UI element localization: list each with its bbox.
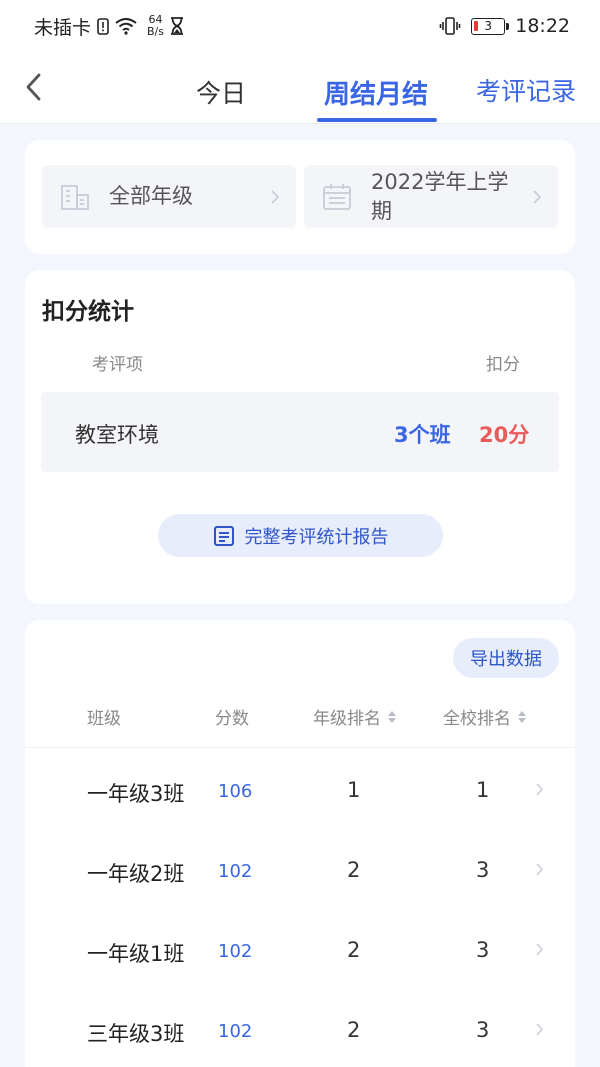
ranking-card: 导出数据 班级 分数 年级排名 全校排名 一年级3班 106 1 1 一年级2班… — [25, 620, 575, 1067]
active-tab-indicator — [317, 118, 437, 122]
row-score: 102 — [218, 1021, 253, 1042]
tab-today[interactable]: 今日 — [196, 74, 246, 110]
evaluation-record-link[interactable]: 考评记录 — [476, 72, 576, 108]
header-grade-rank-label: 年级排名 — [313, 709, 381, 729]
row-grade-rank: 2 — [347, 938, 361, 962]
status-left: 未插卡 64 B/s — [34, 13, 184, 40]
table-row[interactable]: 三年级3班 102 2 3 — [25, 990, 575, 1067]
table-row[interactable]: 一年级1班 102 2 3 — [25, 910, 575, 990]
building-icon — [61, 184, 89, 210]
stat-item-name: 教室环境 — [75, 423, 159, 447]
back-arrow-icon[interactable] — [22, 70, 48, 104]
header-grade-rank[interactable]: 年级排名 — [313, 704, 397, 729]
row-grade-rank: 2 — [347, 1018, 361, 1042]
full-report-label: 完整考评统计报告 — [244, 526, 389, 548]
nav-bar: 今日 周结月结 考评记录 — [0, 52, 600, 124]
col-header-item: 考评项 — [92, 355, 143, 375]
stat-item-points: 20分 — [479, 423, 530, 447]
row-grade-rank: 1 — [347, 778, 361, 802]
row-class-name: 一年级1班 — [87, 942, 185, 966]
status-right: 3 18:22 — [439, 15, 570, 37]
chevron-right-icon — [271, 189, 280, 204]
deduction-stats-card: 扣分统计 考评项 扣分 教室环境 3个班 20分 完整考评统计报告 — [25, 270, 575, 604]
col-header-deduction: 扣分 — [486, 355, 520, 375]
document-icon — [213, 525, 234, 546]
row-school-rank: 3 — [476, 858, 490, 882]
header-class-label: 班级 — [87, 709, 121, 729]
row-grade-rank: 2 — [347, 858, 361, 882]
table-row[interactable]: 一年级2班 102 2 3 — [25, 830, 575, 910]
header-school-rank-label: 全校排名 — [443, 709, 511, 729]
row-school-rank: 3 — [476, 938, 490, 962]
wifi-icon — [115, 17, 137, 35]
deduction-stats-title: 扣分统计 — [42, 299, 134, 325]
row-class-name: 一年级2班 — [87, 862, 185, 886]
chevron-right-icon — [536, 863, 544, 876]
term-filter-label: 2022学年上学期 — [371, 169, 509, 223]
full-report-button[interactable]: 完整考评统计报告 — [158, 514, 443, 557]
row-school-rank: 3 — [476, 1018, 490, 1042]
row-class-name: 一年级3班 — [87, 782, 185, 806]
speed-unit: B/s — [147, 25, 164, 38]
header-score-label: 分数 — [215, 709, 249, 729]
grade-filter-label: 全部年级 — [109, 184, 193, 208]
export-data-button[interactable]: 导出数据 — [453, 638, 559, 678]
row-score: 102 — [218, 941, 253, 962]
table-divider — [25, 747, 575, 748]
chevron-right-icon — [536, 783, 544, 796]
stat-item-classes: 3个班 — [394, 423, 451, 447]
header-school-rank[interactable]: 全校排名 — [443, 704, 527, 729]
header-class: 班级 — [87, 704, 121, 729]
sim-alert-icon — [97, 17, 109, 35]
carrier-text: 未插卡 — [34, 16, 92, 39]
row-school-rank: 1 — [476, 778, 490, 802]
clock: 18:22 — [515, 15, 570, 37]
network-speed: 64 B/s — [147, 14, 164, 38]
battery-level: 3 — [484, 19, 493, 33]
chevron-right-icon — [536, 943, 544, 956]
filter-card: 全部年级 2022学年上学期 — [25, 140, 575, 254]
status-bar: 未插卡 64 B/s 3 18:22 — [0, 0, 600, 52]
grade-filter[interactable]: 全部年级 — [42, 165, 296, 228]
chevron-right-icon — [536, 1023, 544, 1036]
sort-icon — [518, 710, 526, 723]
stat-row[interactable]: 教室环境 3个班 20分 — [41, 392, 559, 472]
hourglass-icon — [171, 17, 183, 35]
battery-icon: 3 — [471, 17, 510, 35]
table-row[interactable]: 一年级3班 106 1 1 — [25, 750, 575, 830]
calendar-icon — [323, 183, 351, 210]
row-score: 102 — [218, 861, 253, 882]
row-class-name: 三年级3班 — [87, 1022, 185, 1046]
header-score: 分数 — [215, 704, 249, 729]
term-filter[interactable]: 2022学年上学期 — [304, 165, 558, 228]
chevron-right-icon — [533, 189, 542, 204]
vibrate-icon — [439, 17, 461, 35]
row-score: 106 — [218, 781, 253, 802]
sort-icon — [388, 710, 396, 723]
tab-weekly-monthly[interactable]: 周结月结 — [324, 74, 428, 111]
